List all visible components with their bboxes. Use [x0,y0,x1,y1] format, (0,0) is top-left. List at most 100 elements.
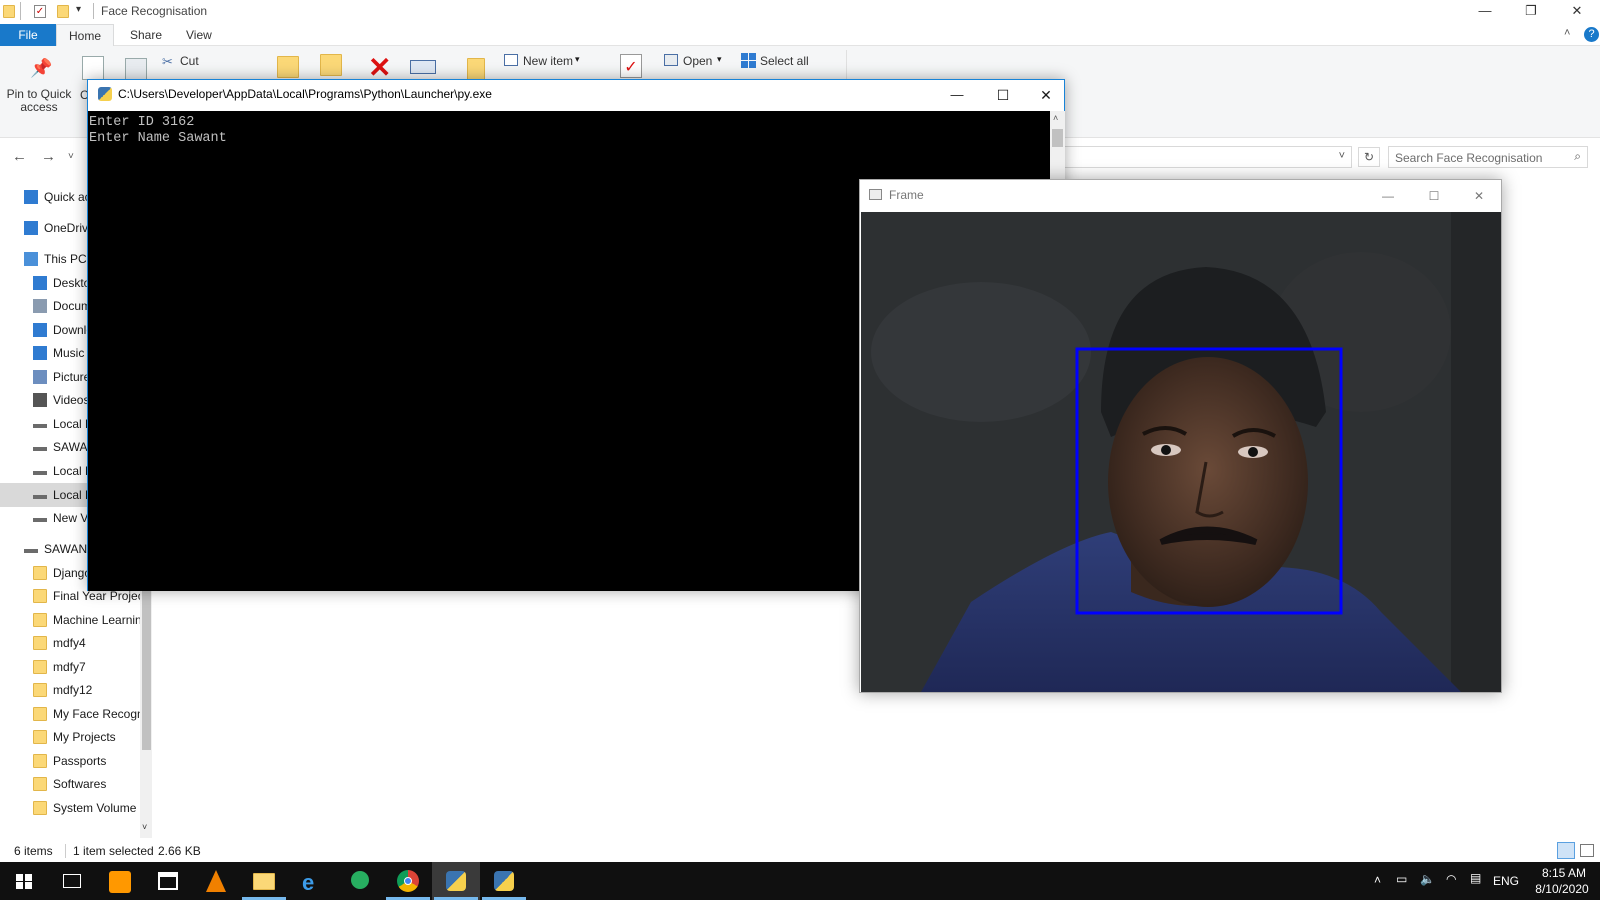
minimize-button[interactable]: — [934,82,980,108]
python-icon [494,871,514,891]
maximize-button[interactable]: ☐ [1411,184,1457,208]
folder-icon [33,589,47,603]
frame-window[interactable]: Frame — ☐ ✕ [859,179,1502,693]
taskbar-edge[interactable]: e [288,862,336,900]
sublime-text-icon [109,871,131,893]
select-all-button[interactable]: Select all [760,54,809,68]
nav-item-label: Passports [53,754,107,768]
show-hidden-icons-icon[interactable]: ˄ [1374,873,1381,887]
chevron-down-icon[interactable]: ˅ [1339,150,1345,162]
recent-locations-icon[interactable]: ˅ [68,151,74,162]
restore-button[interactable]: ❐ [1508,0,1554,22]
nav-item[interactable]: Softwares [0,772,140,796]
volume-icon[interactable]: 🔈 [1420,872,1435,886]
language-indicator[interactable]: ENG [1493,874,1519,888]
drive-icon [33,471,47,475]
nav-item[interactable]: mdfy4 [0,631,140,655]
window-title: Face Recognisation [101,4,208,18]
nav-item[interactable]: mdfy7 [0,655,140,679]
address-field[interactable]: ˅ [1050,146,1352,168]
close-button[interactable]: ✕ [1457,184,1501,208]
minimize-button[interactable]: — [1365,184,1411,208]
nav-item-label: My Projects [53,730,116,744]
folder-icon [33,777,47,791]
nav-item[interactable]: Passports [0,749,140,773]
folder-icon [33,636,47,650]
dropdown-arrow-icon[interactable]: ▾ [575,54,580,65]
videos-icon [33,393,47,407]
taskbar-sublime-text[interactable] [96,862,144,900]
rename-icon[interactable] [410,60,436,74]
collapse-ribbon-icon[interactable]: ˄ [1564,27,1570,39]
task-view-button[interactable] [48,862,96,900]
selection-count: 1 item selected [73,844,154,858]
action-center-icon[interactable]: ▤ [1470,871,1481,885]
folder-icon [33,730,47,744]
large-icons-view-icon[interactable] [1580,844,1594,857]
new-folder-icon[interactable] [57,5,69,18]
minimize-button[interactable]: — [1462,0,1508,22]
taskbar-store[interactable] [144,862,192,900]
folder-icon [33,660,47,674]
back-arrow-icon[interactable]: ← [12,148,27,165]
taskbar-maps[interactable] [336,862,384,900]
scroll-down-icon[interactable]: ˅ [142,822,147,832]
clock-time[interactable]: 8:15 AM [1534,866,1594,880]
pin-to-quick-access-button[interactable]: Pin to Quick access [6,88,72,114]
tab-share[interactable]: Share [116,24,176,46]
taskbar-python-frame[interactable] [480,862,528,900]
properties-icon[interactable]: ✓ [34,5,46,18]
power-icon[interactable]: ▭ [1396,872,1407,886]
dropdown-arrow-icon[interactable]: ▾ [717,54,722,65]
nav-item-label: Softwares [53,777,107,791]
nav-item-label: Django [53,566,92,580]
computer-icon [24,252,38,266]
wifi-icon[interactable]: ◠ [1446,872,1456,886]
store-icon [158,872,178,890]
taskbar-file-explorer[interactable] [240,862,288,900]
item-count: 6 items [14,844,53,858]
search-input[interactable]: Search Face Recognisation ⌕ [1388,146,1588,168]
close-button[interactable]: ✕ [1026,82,1066,108]
nav-item[interactable]: My Projects [0,725,140,749]
properties-icon[interactable]: ✓ [620,54,642,78]
nav-item-label: This PC [44,252,87,266]
taskbar-chrome[interactable] [384,862,432,900]
nav-item[interactable]: System Volume Information [0,796,140,820]
divider [20,2,21,20]
details-view-icon[interactable] [1557,842,1575,859]
help-icon[interactable]: ? [1584,27,1599,42]
customize-quick-access-icon[interactable]: ▾ [76,4,81,15]
taskbar-vlc[interactable] [192,862,240,900]
nav-item[interactable]: mdfy12 [0,678,140,702]
scroll-up-icon[interactable]: ˄ [1053,113,1058,123]
tab-file[interactable]: File [0,24,56,46]
explorer-titlebar: ✓ ▾ Face Recognisation — ❐ ✕ [0,0,1600,24]
new-item-button[interactable]: New item [523,54,573,68]
task-view-icon [63,874,81,888]
frame-app-icon [869,189,882,200]
copy-to-icon[interactable] [320,54,342,76]
drive-icon [33,424,47,428]
close-button[interactable]: ✕ [1554,0,1600,22]
maximize-button[interactable]: ☐ [980,82,1026,108]
start-button[interactable] [0,862,48,900]
console-scrollbar-thumb[interactable] [1052,129,1063,147]
refresh-icon[interactable]: ↻ [1358,147,1380,167]
divider [93,3,94,19]
cut-button[interactable]: Cut [180,54,199,68]
clock-date[interactable]: 8/10/2020 [1530,882,1594,896]
tab-home[interactable]: Home [56,24,114,46]
nav-item[interactable]: Machine Learning [0,608,140,632]
open-button[interactable]: Open [683,54,712,68]
new-folder-icon[interactable] [467,58,485,80]
pictures-icon [33,370,47,384]
status-bar: 6 items 1 item selected 2.66 KB [0,840,1600,862]
folder-icon [33,707,47,721]
windows-logo-icon [16,874,32,889]
move-to-icon[interactable] [277,56,299,78]
tab-view[interactable]: View [172,24,226,46]
forward-arrow-icon[interactable]: → [41,148,56,165]
taskbar-python-console[interactable] [432,862,480,900]
nav-item[interactable]: My Face Recognition [0,702,140,726]
